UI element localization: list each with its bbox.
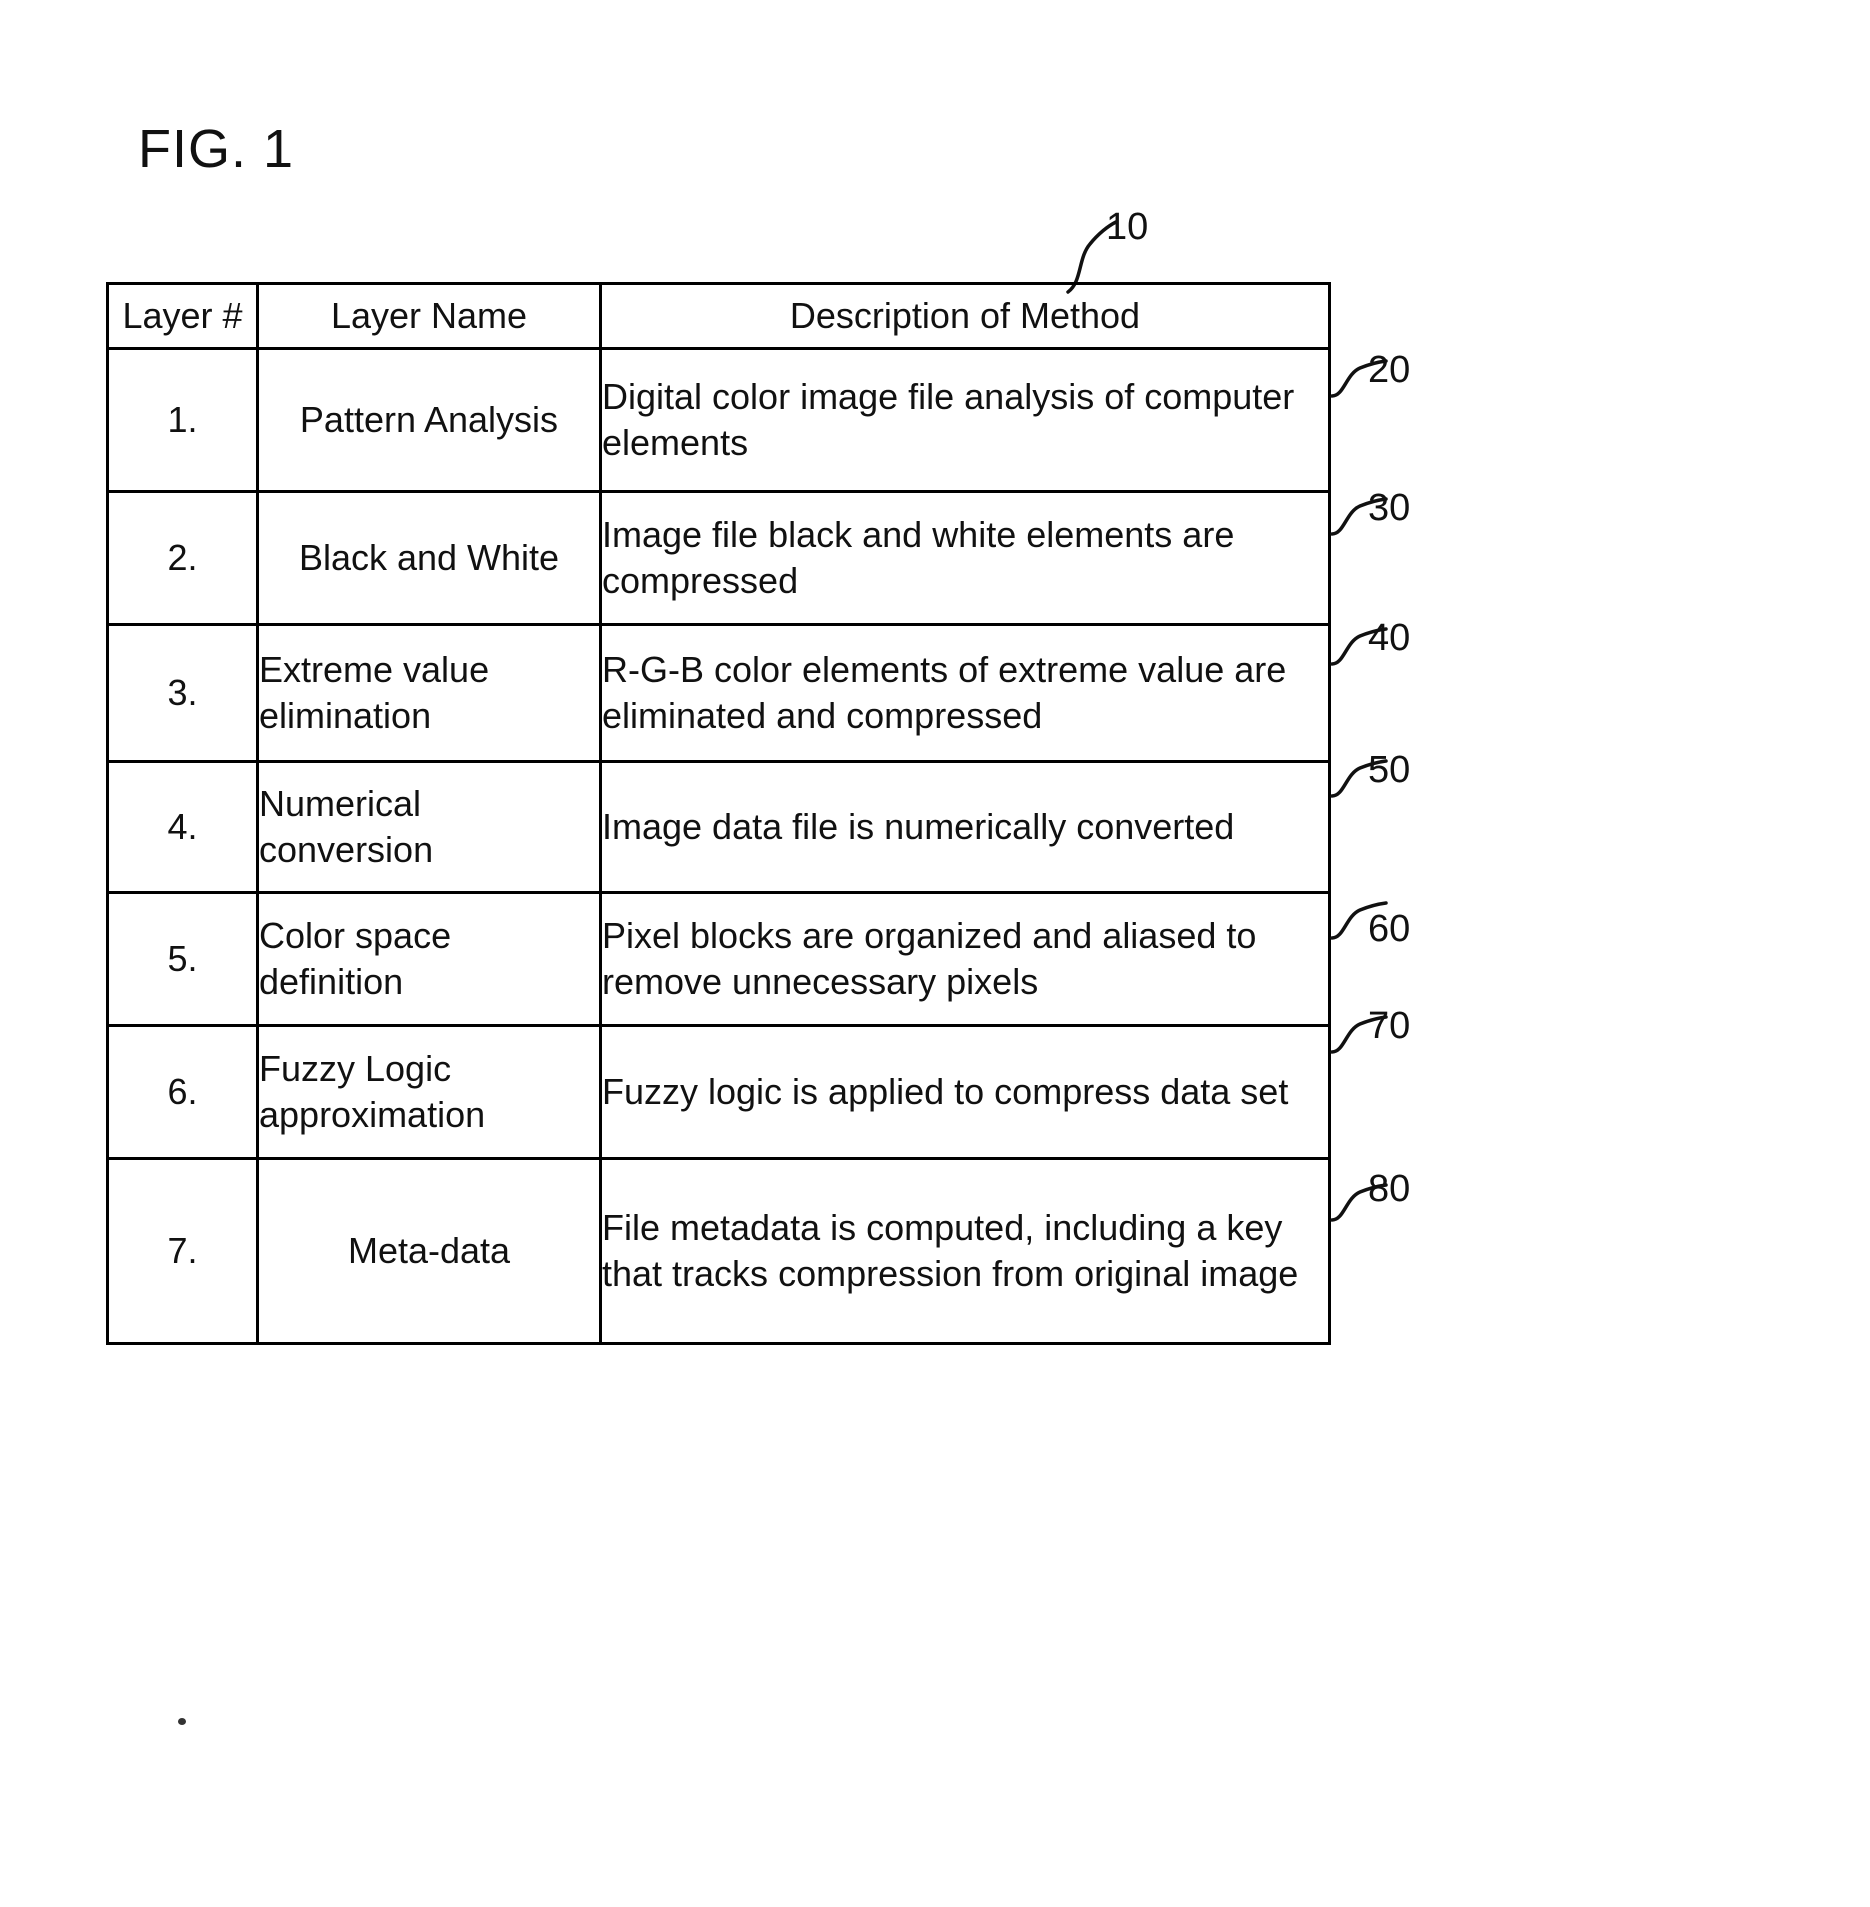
cell-layer-number: 3. (106, 623, 259, 763)
table-row: 7. Meta-data File metadata is computed, … (106, 1157, 1331, 1345)
cell-layer-name: Black and White (256, 490, 602, 626)
cell-description: Image data file is numerically converted (599, 760, 1331, 894)
callout-20: 20 (1368, 349, 1411, 391)
cell-layer-name: Color space definition (256, 891, 602, 1027)
callout-70: 70 (1368, 1005, 1411, 1047)
callout-80: 80 (1368, 1168, 1411, 1210)
callout-30: 30 (1368, 487, 1411, 529)
cell-layer-name: Meta-data (256, 1157, 602, 1345)
column-header-description: Description of Method (599, 282, 1331, 350)
cell-description: Image file black and white elements are … (599, 490, 1331, 626)
cell-description: Pixel blocks are organized and aliased t… (599, 891, 1331, 1027)
cell-description: File metadata is computed, including a k… (599, 1157, 1331, 1345)
table-row: 5. Color space definition Pixel blocks a… (106, 891, 1331, 1027)
figure-title: FIG. 1 (138, 119, 295, 179)
column-header-layer-name: Layer Name (256, 282, 602, 350)
cell-description: R-G-B color elements of extreme value ar… (599, 623, 1331, 763)
cell-layer-number: 6. (106, 1024, 259, 1160)
cell-layer-number: 2. (106, 490, 259, 626)
cell-layer-name: Numerical conversion (256, 760, 602, 894)
column-header-layer-number: Layer # (106, 282, 259, 350)
cell-description: Fuzzy logic is applied to compress data … (599, 1024, 1331, 1160)
table-row: 3. Extreme value elimination R-G-B color… (106, 623, 1331, 763)
table-header-row: Layer # Layer Name Description of Method (106, 282, 1331, 350)
cell-layer-number: 4. (106, 760, 259, 894)
table-row: 2. Black and White Image file black and … (106, 490, 1331, 626)
callout-10: 10 (1106, 206, 1149, 248)
table-row: 6. Fuzzy Logic approximation Fuzzy logic… (106, 1024, 1331, 1160)
callout-40: 40 (1368, 617, 1411, 659)
cell-layer-name: Pattern Analysis (256, 347, 602, 493)
cell-layer-number: 7. (106, 1157, 259, 1345)
cell-description: Digital color image file analysis of com… (599, 347, 1331, 493)
callout-50: 50 (1368, 749, 1411, 791)
cell-layer-name: Extreme value elimination (256, 623, 602, 763)
callout-60: 60 (1368, 908, 1411, 950)
table-row: 1. Pattern Analysis Digital color image … (106, 347, 1331, 493)
cell-layer-number: 5. (106, 891, 259, 1027)
scan-artifact-mark (178, 1718, 186, 1725)
method-layers-table: Layer # Layer Name Description of Method… (106, 282, 1331, 1345)
cell-layer-number: 1. (106, 347, 259, 493)
table-row: 4. Numerical conversion Image data file … (106, 760, 1331, 894)
cell-layer-name: Fuzzy Logic approximation (256, 1024, 602, 1160)
